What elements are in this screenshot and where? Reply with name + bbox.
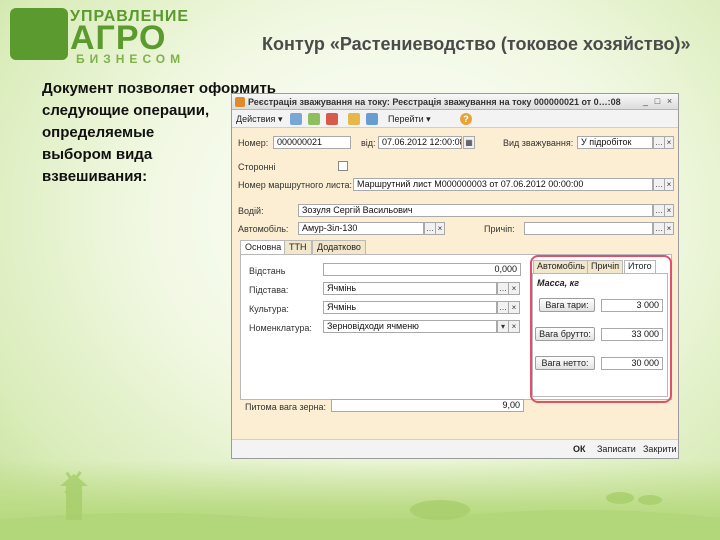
tare-weight-button[interactable]: Вага тари:: [539, 298, 595, 312]
clear-icon[interactable]: ×: [664, 178, 674, 191]
farm-silhouette: [0, 471, 720, 540]
driver-field[interactable]: Зозуля Сергій Васильович: [298, 204, 653, 217]
crop-label: Культура:: [249, 304, 289, 314]
trailer-label: Причіп:: [484, 224, 515, 234]
document-window: Реєстрація зважування на току: Реєстраці…: [231, 93, 679, 459]
weighing-type-label: Вид зважування:: [503, 138, 574, 148]
logo-mark-icon: [10, 8, 68, 60]
tab-additional[interactable]: Додатково: [312, 240, 366, 254]
calendar-icon[interactable]: ▦: [463, 136, 475, 149]
gross-weight-button[interactable]: Вага брутто:: [535, 327, 595, 341]
logo-main-text: АГРО: [70, 19, 167, 57]
density-label: Питома вага зерна:: [245, 402, 327, 412]
close-button[interactable]: Закрити: [643, 444, 677, 454]
net-weight-button[interactable]: Вага нетто:: [535, 356, 595, 370]
structure-icon[interactable]: [366, 113, 378, 125]
clear-icon[interactable]: ×: [664, 222, 674, 235]
new-icon[interactable]: [290, 113, 302, 125]
route-sheet-label: Номер маршрутного листа:: [238, 180, 353, 190]
ok-button[interactable]: ОК: [573, 444, 586, 454]
maximize-icon[interactable]: □: [652, 96, 663, 107]
post-icon[interactable]: [348, 113, 360, 125]
crop-field[interactable]: Ячмінь: [323, 301, 497, 314]
clear-icon[interactable]: ×: [664, 204, 674, 217]
tab-ttn[interactable]: ТТН: [284, 240, 312, 254]
logo: УПРАВЛЕНИЕ АГРО БИЗНЕСОМ: [4, 2, 214, 66]
clear-icon[interactable]: ×: [508, 301, 520, 314]
logo-bottom-text: БИЗНЕСОМ: [76, 52, 186, 66]
clear-icon[interactable]: ×: [435, 222, 445, 235]
delete-icon[interactable]: [326, 113, 338, 125]
tab-main[interactable]: Основна: [240, 240, 287, 255]
actions-label: Действия: [236, 114, 276, 124]
third-party-label: Сторонні: [238, 162, 276, 172]
third-party-checkbox[interactable]: [338, 161, 348, 171]
clear-icon[interactable]: ×: [508, 320, 520, 333]
copy-icon[interactable]: [308, 113, 320, 125]
distance-field[interactable]: 0,000: [323, 263, 521, 276]
tare-weight-field[interactable]: 3 000: [601, 299, 663, 312]
number-field[interactable]: 000000021: [273, 136, 351, 149]
subtab-totals[interactable]: Итого: [624, 260, 656, 273]
distance-label: Відстань: [249, 266, 286, 276]
clear-icon[interactable]: ×: [664, 136, 674, 149]
nomenclature-field[interactable]: Зерновідходи ячменю: [323, 320, 497, 333]
basis-label: Підстава:: [249, 285, 289, 295]
toolbar: Действия ▾ Перейти ▾ ?: [232, 110, 678, 128]
go-to-label: Перейти: [388, 114, 424, 124]
bottom-bar: ОК Записати Закрити: [232, 439, 678, 458]
basis-field[interactable]: Ячмінь: [323, 282, 497, 295]
density-field[interactable]: 9,00: [331, 399, 524, 412]
nomenclature-label: Номенклатура:: [249, 323, 312, 333]
window-title: Реєстрація зважування на току: Реєстраці…: [248, 97, 621, 107]
go-to-menu[interactable]: Перейти ▾: [388, 112, 431, 126]
date-field[interactable]: 07.06.2012 12:00:08: [378, 136, 462, 149]
driver-label: Водій:: [238, 206, 264, 216]
window-titlebar[interactable]: Реєстрація зважування на току: Реєстраці…: [232, 94, 678, 110]
document-icon: [235, 97, 245, 107]
close-icon[interactable]: ×: [664, 96, 675, 107]
subtab-vehicle[interactable]: Автомобіль: [533, 260, 589, 273]
trailer-field[interactable]: [524, 222, 653, 235]
date-label: від:: [361, 138, 376, 148]
vehicle-label: Автомобіль:: [238, 224, 289, 234]
mass-heading: Масса, кг: [537, 278, 579, 288]
vehicle-field[interactable]: Амур-Зіл-130: [298, 222, 424, 235]
number-label: Номер:: [238, 138, 269, 148]
subtab-trailer[interactable]: Причіп: [587, 260, 624, 273]
gross-weight-field[interactable]: 33 000: [601, 328, 663, 341]
weighing-type-field[interactable]: У підробіток: [577, 136, 653, 149]
slide-title: Контур «Растениеводство (токовое хозяйст…: [262, 34, 691, 54]
net-weight-field[interactable]: 30 000: [601, 357, 663, 370]
minimize-icon[interactable]: _: [640, 96, 651, 107]
clear-icon[interactable]: ×: [508, 282, 520, 295]
actions-menu[interactable]: Действия ▾: [236, 112, 282, 126]
save-button[interactable]: Записати: [597, 444, 636, 454]
route-sheet-field[interactable]: Маршрутний лист М000000003 от 07.06.2012…: [353, 178, 653, 191]
help-icon[interactable]: ?: [460, 113, 472, 125]
